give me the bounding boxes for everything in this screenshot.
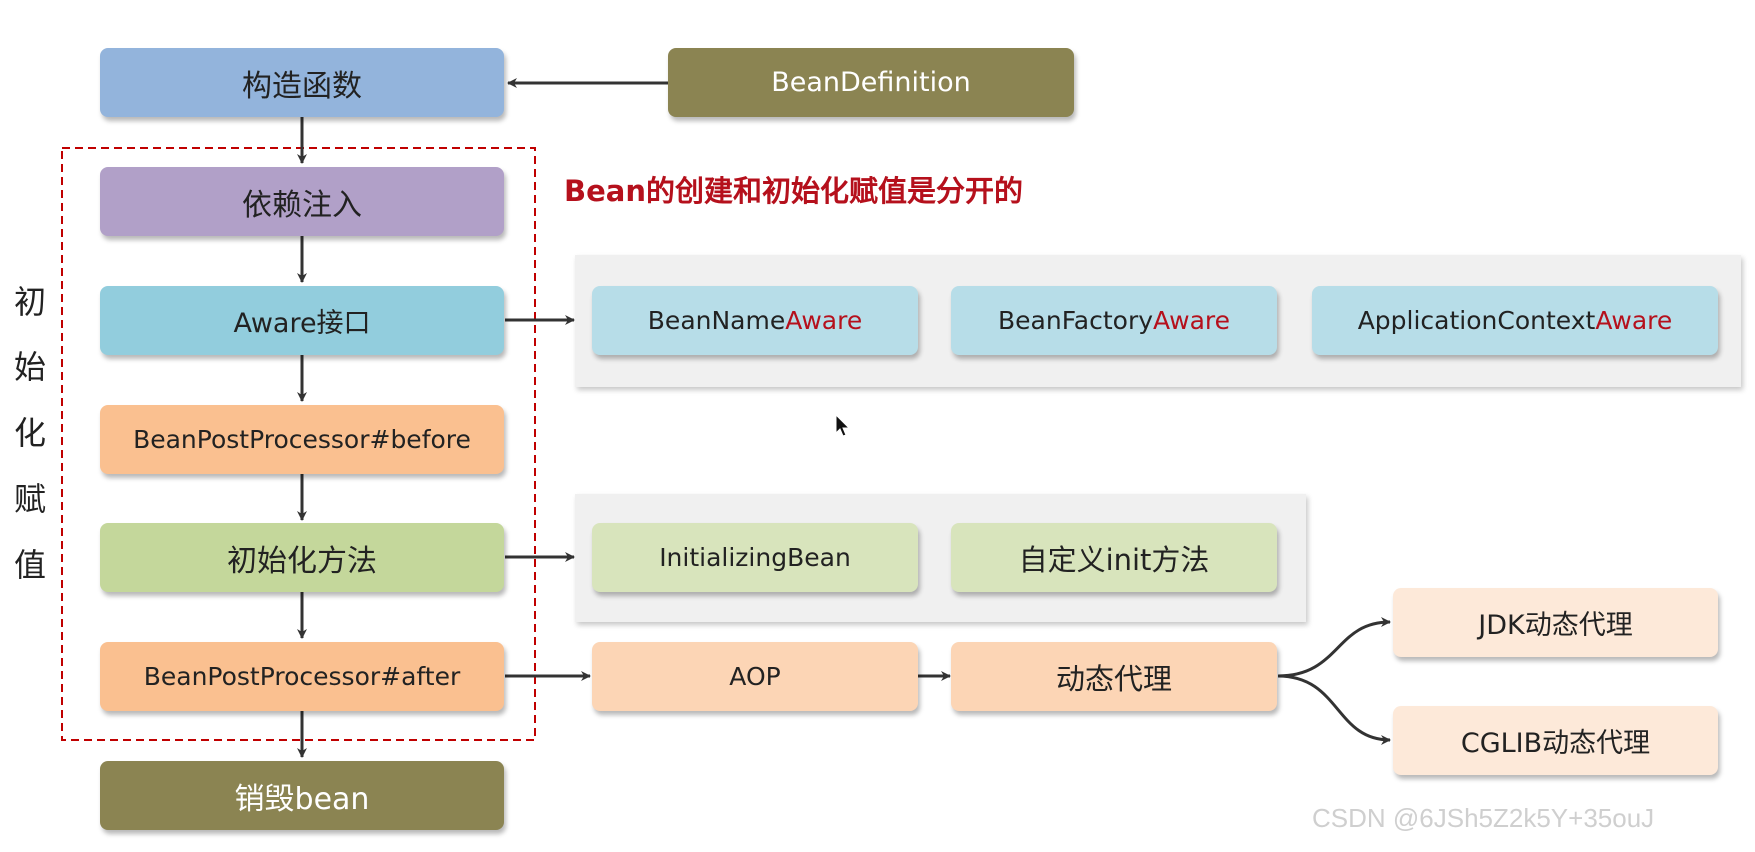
creation-init-note: Bean的创建和初始化赋值是分开的 xyxy=(564,174,1023,208)
mouse-cursor-icon xyxy=(835,414,851,437)
cglib-proxy-box: CGLIB动态代理 xyxy=(1393,706,1718,775)
arrow-proxy-to-cglib xyxy=(1277,674,1391,745)
destroy-bean-box: 销毁bean xyxy=(100,761,504,830)
bpp-before-box: BeanPostProcessor#before xyxy=(100,405,504,474)
constructor-box: 构造函数 xyxy=(100,48,504,117)
bean-factory-aware-box: BeanFactory Aware xyxy=(951,286,1277,355)
application-context-aware-box: ApplicationContext Aware xyxy=(1312,286,1718,355)
csdn-watermark: CSDN @6JSh5Z2k5Y+35ouJ xyxy=(1312,803,1655,833)
aware-item-suffix: Aware xyxy=(785,306,863,335)
left-label-char: 化 xyxy=(13,414,46,452)
jdk-proxy-box: JDK动态代理 xyxy=(1393,588,1718,657)
aware-interface-box: Aware接口 xyxy=(100,286,504,355)
left-label-char: 赋 xyxy=(13,480,46,518)
initializing-bean-box: InitializingBean xyxy=(592,523,918,592)
left-label-char: 值 xyxy=(13,546,46,584)
left-label-char: 初 xyxy=(13,283,46,321)
bpp-after-box: BeanPostProcessor#after xyxy=(100,642,504,711)
aware-item-suffix: Aware xyxy=(1595,306,1673,335)
aware-item-prefix: ApplicationContext xyxy=(1357,306,1596,335)
aware-item-prefix: BeanFactory xyxy=(998,306,1154,335)
aop-box: AOP xyxy=(592,642,918,711)
left-label-char: 始 xyxy=(13,348,46,386)
bean-definition-box: BeanDefinition xyxy=(668,48,1074,117)
arrow-proxy-to-jdk xyxy=(1277,617,1391,678)
custom-init-method-box: 自定义init方法 xyxy=(951,523,1277,592)
aware-item-prefix: BeanName xyxy=(647,306,786,335)
dependency-injection-box: 依赖注入 xyxy=(100,167,504,236)
aware-item-suffix: Aware xyxy=(1153,306,1230,335)
init-method-box: 初始化方法 xyxy=(100,523,504,592)
bean-name-aware-box: BeanName Aware xyxy=(592,286,918,355)
dynamic-proxy-box: 动态代理 xyxy=(951,642,1277,711)
